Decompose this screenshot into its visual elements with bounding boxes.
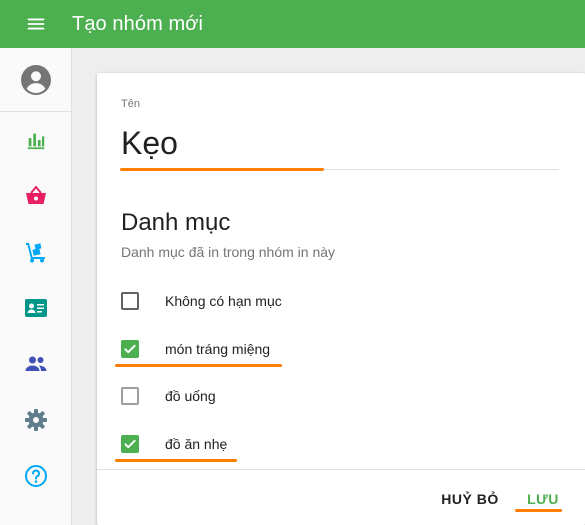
section-title: Danh mục bbox=[121, 209, 231, 236]
app-bar: Tạo nhóm mới bbox=[0, 0, 585, 48]
save-button-underline bbox=[515, 509, 562, 512]
sidebar-item-reports[interactable] bbox=[0, 112, 71, 168]
checkbox-checked[interactable] bbox=[121, 435, 139, 453]
checkbox-unchecked[interactable] bbox=[121, 292, 139, 310]
selection-underline bbox=[115, 459, 237, 462]
name-input-focus-bar bbox=[120, 168, 324, 171]
hamburger-icon bbox=[27, 18, 45, 30]
gear-icon bbox=[24, 409, 47, 431]
category-label: đồ uống bbox=[165, 388, 216, 404]
sidebar-item-help[interactable] bbox=[0, 448, 71, 504]
category-row-snacks[interactable]: đồ ăn nhẹ bbox=[121, 432, 227, 456]
help-icon bbox=[24, 465, 47, 487]
hand-truck-icon bbox=[25, 243, 45, 263]
sidebar-item-customers[interactable] bbox=[0, 280, 71, 336]
cancel-button[interactable]: HUỶ BỎ bbox=[432, 481, 508, 517]
category-label: đồ ăn nhẹ bbox=[165, 436, 228, 452]
category-label: Không có hạn mục bbox=[165, 293, 282, 309]
category-label: món tráng miệng bbox=[165, 341, 271, 357]
sidebar-item-employees[interactable] bbox=[0, 336, 71, 392]
new-group-form: Tên Kẹo Danh mục Danh mục đã in trong nh… bbox=[97, 73, 585, 525]
category-row-dessert[interactable]: món tráng miệng bbox=[121, 337, 270, 361]
actions-divider bbox=[97, 469, 585, 470]
chart-icon bbox=[27, 133, 44, 150]
name-input[interactable]: Kẹo bbox=[121, 125, 178, 162]
account-icon bbox=[20, 64, 51, 95]
menu-button[interactable] bbox=[0, 0, 72, 48]
basket-icon bbox=[25, 185, 46, 204]
sidebar-item-settings[interactable] bbox=[0, 392, 71, 448]
group-icon bbox=[25, 356, 46, 371]
checkmark-icon bbox=[124, 439, 136, 449]
sidebar-item-inventory[interactable] bbox=[0, 224, 71, 280]
page-title: Tạo nhóm mới bbox=[72, 12, 204, 35]
checkmark-icon bbox=[124, 344, 136, 354]
section-subtitle: Danh mục đã in trong nhóm in này bbox=[121, 244, 336, 260]
checkbox-unchecked[interactable] bbox=[121, 387, 139, 405]
selection-underline bbox=[115, 364, 282, 367]
name-field-label: Tên bbox=[121, 98, 140, 110]
sidebar-item-orders[interactable] bbox=[0, 168, 71, 224]
contact-card-icon bbox=[24, 299, 47, 317]
checkbox-checked[interactable] bbox=[121, 340, 139, 358]
category-row-none[interactable]: Không có hạn mục bbox=[121, 289, 282, 313]
sidebar bbox=[0, 48, 72, 525]
avatar[interactable] bbox=[0, 48, 71, 112]
category-row-drinks[interactable]: đồ uống bbox=[121, 384, 216, 408]
